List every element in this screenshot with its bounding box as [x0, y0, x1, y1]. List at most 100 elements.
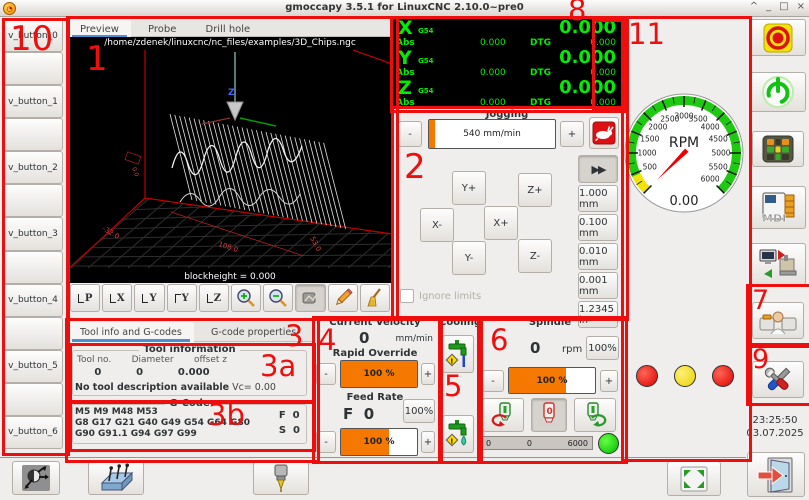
feed-minus-button[interactable]: - — [316, 431, 336, 453]
tool-info-title: Tool information — [139, 344, 239, 355]
feed-rate-slider[interactable]: 100 % — [340, 428, 418, 456]
axis-letter: Y — [398, 47, 412, 69]
flood-button[interactable]: ! — [442, 335, 474, 373]
v-button-blank[interactable] — [3, 118, 63, 151]
view-p-button[interactable]: P — [70, 284, 100, 312]
view-z-button[interactable]: Z — [199, 284, 229, 312]
broom-icon — [364, 287, 386, 309]
v-button-6[interactable]: v_button_6 — [3, 416, 63, 449]
spindle-ccw-button[interactable] — [482, 398, 524, 432]
fullscreen-button[interactable] — [667, 461, 721, 496]
jog-z-plus-button[interactable]: Z+ — [518, 173, 552, 207]
spindle-minus-button[interactable]: - — [482, 370, 504, 392]
range-current: 0 — [527, 439, 532, 448]
gauge-value: 0.00 — [670, 194, 699, 209]
exit-door-icon — [756, 456, 796, 494]
svg-text:0: 0 — [547, 407, 553, 417]
mdi-button[interactable]: MDI — [749, 186, 806, 229]
view-y-button[interactable]: Y — [134, 284, 164, 312]
keyboard-toggle-button[interactable] — [752, 131, 804, 167]
touch-off-button[interactable] — [88, 461, 144, 495]
jog-x-plus-button[interactable]: X+ — [484, 206, 518, 240]
dro-axis-z[interactable]: Z G54 0.000 Abs 0.000 DTG 0.000 — [392, 77, 622, 107]
dim-origin: 0.0 — [130, 166, 140, 178]
dro-axis-y[interactable]: Y G54 0.000 Abs 0.000 DTG 0.000 — [392, 47, 622, 77]
increment-0001mm-button[interactable]: 0.001 mm — [578, 272, 618, 299]
clear-plot-button[interactable] — [360, 284, 390, 312]
diameter-value: 0 — [136, 367, 143, 378]
mist-button[interactable]: ! — [442, 415, 474, 453]
tool-description: No tool description available — [75, 382, 229, 393]
jog-speed-minus-button[interactable]: - — [398, 121, 422, 147]
spindle-cw-button[interactable] — [574, 398, 616, 432]
rapid-plus-button[interactable]: + — [421, 363, 435, 385]
rapid-toggle-button[interactable] — [589, 117, 619, 149]
machine-on-button[interactable] — [749, 72, 806, 112]
clock: 23:25:50 03.07.2025 — [744, 414, 806, 440]
v-button-4[interactable]: v_button_4 — [3, 284, 63, 317]
jog-continuous-button[interactable]: ▶▶ — [578, 155, 618, 183]
clock-time: 23:25:50 — [744, 414, 806, 427]
exit-button[interactable] — [747, 452, 805, 497]
coord-system: G54 — [418, 87, 434, 95]
jog-z-minus-button[interactable]: Z- — [518, 239, 552, 273]
svg-text:500: 500 — [643, 163, 658, 172]
rapid-minus-button[interactable]: - — [316, 363, 336, 385]
v-button-blank[interactable] — [3, 317, 63, 350]
tools-icon — [760, 364, 796, 396]
keypad-icon — [762, 135, 794, 163]
increment-1mm-button[interactable]: 1.000 mm — [578, 185, 618, 212]
jog-speed-slider[interactable]: 540 mm/min — [428, 119, 556, 149]
shade-button[interactable]: ^ — [750, 1, 758, 12]
v-button-5[interactable]: v_button_5 — [3, 350, 63, 383]
dro-axis-x[interactable]: X G54 0.000 Abs 0.000 DTG 0.000 — [392, 17, 622, 47]
settings-button[interactable] — [752, 361, 804, 398]
v-button-1[interactable]: v_button_1 — [3, 85, 63, 118]
gremlin-preview[interactable]: /home/zdenek/linuxcnc/nc_files/examples/… — [68, 37, 392, 283]
v-button-3[interactable]: v_button_3 — [3, 217, 63, 250]
increment-001mm-button[interactable]: 0.010 mm — [578, 243, 618, 270]
estop-button[interactable] — [749, 19, 806, 56]
v-button-blank[interactable] — [3, 383, 63, 416]
view-x-button[interactable]: X — [102, 284, 132, 312]
v-button-blank[interactable] — [3, 52, 63, 85]
minimize-button[interactable]: _ — [766, 1, 771, 12]
increment-01mm-button[interactable]: 0.100 mm — [578, 214, 618, 241]
spindle-stop-button[interactable]: 0 — [531, 398, 567, 432]
toolpath-toggle-button[interactable] — [295, 284, 325, 312]
homing-button[interactable] — [12, 461, 60, 495]
offset-z-header: offset z — [194, 355, 227, 365]
gauge-label: RPM — [669, 135, 699, 151]
v-button-blank[interactable] — [3, 184, 63, 217]
feed-plus-button[interactable]: + — [421, 431, 435, 453]
ignore-limits-checkbox[interactable]: Ignore limits — [400, 289, 481, 303]
axes-origin-icon — [21, 464, 51, 492]
tab-gcode-properties[interactable]: G-code properties — [199, 322, 308, 343]
zoom-in-button[interactable] — [231, 284, 261, 312]
axis-value: 0.000 — [559, 17, 616, 38]
zoom-out-button[interactable] — [263, 284, 293, 312]
user-mode-button[interactable] — [752, 302, 804, 339]
tab-tool-info[interactable]: Tool info and G-codes — [68, 322, 194, 343]
title-bar: ◔ gmoccapy 3.5.1 for LinuxCNC 2.10.0~pre… — [0, 0, 809, 17]
jog-speed-plus-button[interactable]: + — [560, 121, 584, 147]
spindle-override-slider[interactable]: 100 % — [508, 367, 596, 394]
tool-measure-button[interactable] — [253, 461, 309, 495]
rapid-override-slider[interactable]: 100 % — [340, 360, 418, 388]
v-button-2[interactable]: v_button_2 — [3, 151, 63, 184]
maximize-button[interactable]: □ — [779, 1, 788, 12]
mode-switch-button[interactable] — [749, 243, 806, 285]
jog-x-minus-button[interactable]: X- — [420, 208, 454, 242]
feed-reset-button[interactable]: 100% — [403, 399, 435, 423]
v-button-0[interactable]: v_button_0 — [3, 19, 63, 52]
jog-y-plus-button[interactable]: Y+ — [452, 171, 486, 205]
preview-toolbar: P X Y Y Z — [68, 283, 392, 313]
spindle-plus-button[interactable]: + — [600, 370, 618, 392]
jog-y-minus-button[interactable]: Y- — [452, 241, 486, 275]
close-button[interactable]: × — [797, 1, 805, 12]
view-y2-button[interactable]: Y — [167, 284, 197, 312]
v-button-blank[interactable] — [3, 251, 63, 284]
spindle-reset-button[interactable]: 100% — [586, 336, 619, 360]
dimensions-button[interactable] — [328, 284, 358, 312]
spindle-rpm-unit: rpm — [562, 344, 582, 355]
